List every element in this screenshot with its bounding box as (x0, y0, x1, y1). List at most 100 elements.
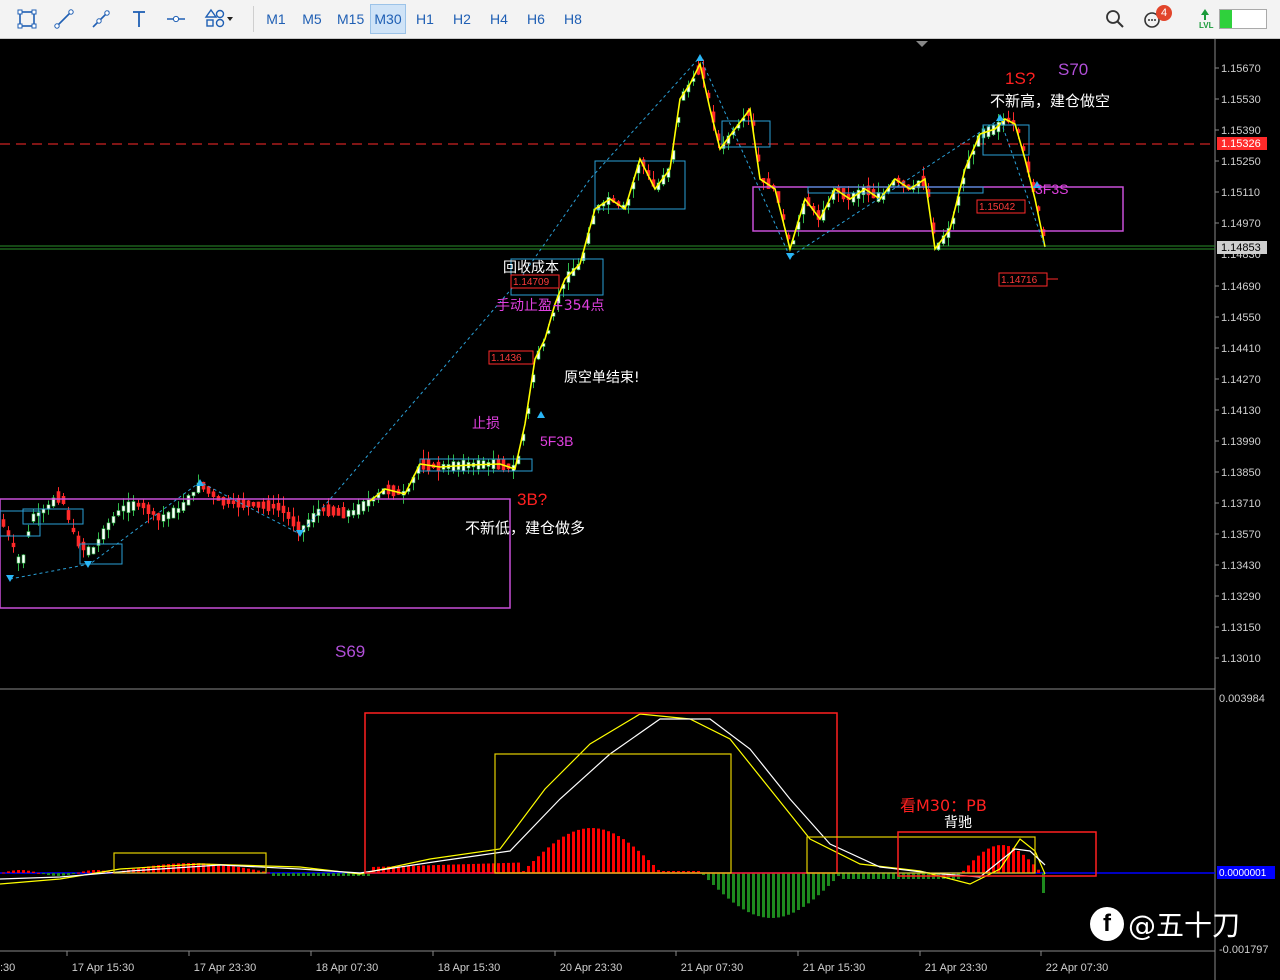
candle-body (291, 516, 296, 527)
osc-histogram-bar (267, 872, 270, 874)
current-price-tag-text: 1.14853 (1221, 242, 1261, 254)
candle-body (226, 499, 231, 504)
s69-zone-box (0, 498, 511, 609)
tf-h4-button[interactable]: H4 (484, 4, 514, 34)
tf-m30-button[interactable]: M30 (370, 4, 406, 34)
osc-histogram-bar (32, 871, 35, 873)
osc-histogram-bar (612, 833, 615, 873)
price-label: 1.14709 (513, 277, 550, 288)
candle-body (86, 546, 91, 556)
time-tick-label: 21 Apr 15:30 (803, 962, 865, 974)
no-new-high-note: 不新高，建仓做空 (990, 92, 1111, 110)
osc-histogram-bar (207, 863, 210, 873)
candle-body (271, 503, 276, 509)
osc-histogram-bar (592, 828, 595, 873)
price-tick-label: 1.14130 (1221, 405, 1261, 417)
osc-histogram-bar (577, 829, 580, 873)
shift-marker-icon[interactable] (916, 41, 928, 47)
osc-histogram-bar (802, 873, 805, 907)
osc-histogram-bar (447, 864, 450, 873)
osc-histogram-bar (727, 873, 730, 899)
candle-body (101, 528, 106, 540)
s69-label: S69 (335, 642, 366, 661)
candle-body (141, 502, 146, 509)
osc-histogram-bar (422, 865, 425, 873)
candle-body (146, 504, 151, 514)
candle-body (136, 502, 141, 507)
candle-body (126, 501, 131, 513)
candle-body (6, 530, 11, 536)
text-icon[interactable] (124, 4, 154, 34)
osc-histogram-bar (232, 866, 235, 873)
swing-marker-icon (696, 54, 704, 61)
osc-histogram-bar (877, 873, 880, 879)
tf-h2-button[interactable]: H2 (447, 4, 477, 34)
zigzag-line (369, 61, 1046, 502)
osc-histogram-bar (607, 831, 610, 873)
hline-icon[interactable] (161, 4, 191, 34)
candle-body (16, 556, 21, 564)
osc-signal-white (0, 718, 1046, 880)
osc-histogram-bar (277, 873, 280, 876)
osc-histogram-bar (237, 866, 240, 873)
osc-histogram-bar (507, 862, 510, 873)
osc-histogram-bar (77, 872, 80, 874)
shapes-icon[interactable] (199, 4, 239, 34)
tf-h8-button[interactable]: H8 (558, 4, 588, 34)
osc-histogram-bar (747, 873, 750, 913)
candle-body (191, 491, 196, 497)
recover-cost-note: 回收成本 (503, 260, 559, 276)
osc-histogram-bar (227, 865, 230, 873)
candle-body (276, 502, 281, 511)
osc-histogram-bar (597, 828, 600, 873)
3b-label: 3B? (517, 490, 548, 509)
crosshair-box-icon[interactable] (12, 4, 42, 34)
candle-body (181, 502, 186, 511)
tf-h1-button[interactable]: H1 (410, 4, 440, 34)
tf-m15-button[interactable]: M15 (333, 4, 368, 34)
1s-label: 1S? (1005, 69, 1036, 88)
candle-body (121, 505, 126, 512)
osc-histogram-bar (477, 863, 480, 873)
osc-axis-bottom-label: -0.001797 (1219, 944, 1269, 956)
osc-histogram-bar (417, 865, 420, 873)
chart-area[interactable]: 1.15670 1.15530 1.15390 1.15250 1.15110 1.149… (0, 39, 1280, 980)
tf-m1-button[interactable]: M1 (261, 4, 291, 34)
osc-histogram-bar (812, 873, 815, 900)
osc-histogram-bar (777, 873, 780, 918)
candle-body (41, 508, 46, 514)
osc-histogram-bar (297, 873, 300, 876)
osc-histogram-bar (467, 864, 470, 873)
osc-histogram-bar (272, 873, 275, 876)
osc-histogram-bar (57, 873, 60, 876)
stop-loss-note: 止损 (472, 416, 500, 432)
osc-histogram-bar (647, 860, 650, 873)
time-tick-label: 18 Apr 15:30 (438, 962, 500, 974)
osc-histogram-bar (557, 839, 560, 873)
tf-h6-button[interactable]: H6 (521, 4, 551, 34)
osc-histogram-bar (87, 870, 90, 873)
osc-histogram-bar (72, 873, 75, 874)
osc-histogram-bar (852, 873, 855, 879)
price-chart[interactable]: 1.15670 1.15530 1.15390 1.15250 1.15110 1.149… (0, 39, 1280, 980)
osc-histogram-bar (292, 873, 295, 876)
search-icon[interactable] (1100, 4, 1130, 34)
osc-histogram-bar (502, 863, 505, 873)
price-tick-label: 1.14270 (1221, 374, 1261, 386)
price-tick-label: 1.13850 (1221, 467, 1261, 479)
tf-m5-button[interactable]: M5 (297, 4, 327, 34)
osc-histogram-bar (512, 862, 515, 873)
price-tick-label: 1.15530 (1221, 94, 1261, 106)
candle-body (266, 500, 271, 512)
trendline-icon[interactable] (86, 4, 116, 34)
osc-axis-top-label: 0.003984 (1219, 693, 1265, 705)
oscillator-group (0, 712, 1215, 918)
line-icon[interactable] (49, 4, 79, 34)
price-tick-label: 1.14410 (1221, 343, 1261, 355)
osc-histogram-bar (442, 864, 445, 873)
price-tick-label: 1.13290 (1221, 591, 1261, 603)
candle-body (11, 542, 16, 548)
osc-histogram-bar (1007, 846, 1010, 873)
osc-histogram-bar (1017, 851, 1020, 873)
notification-count-badge: 4 (1156, 5, 1172, 21)
